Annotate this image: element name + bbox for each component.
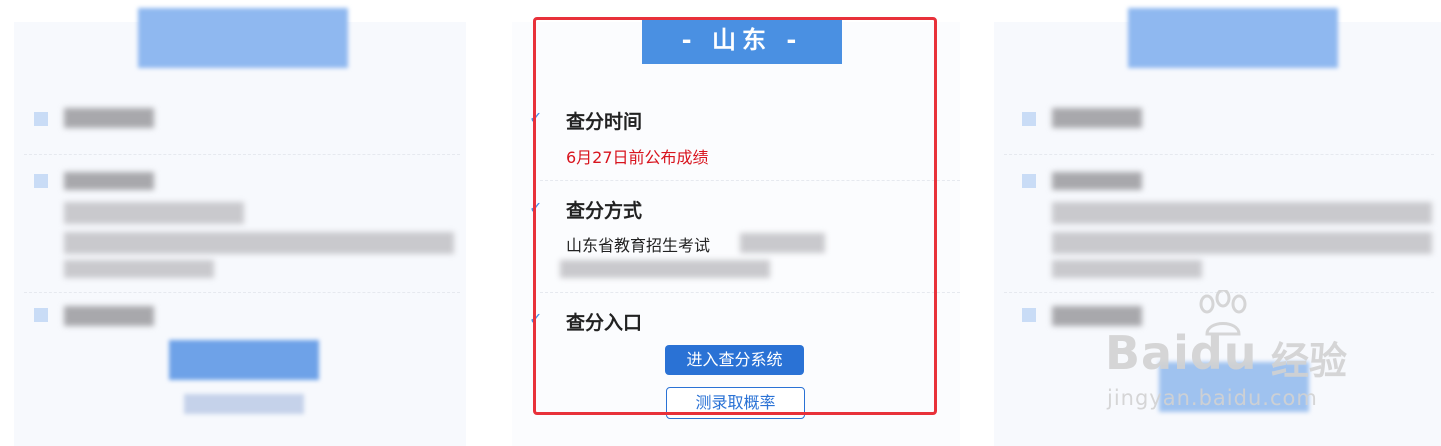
bullet-icon [1022, 112, 1036, 126]
divider [540, 292, 960, 293]
blurred-card-left [14, 8, 466, 446]
check-icon: ✓ [529, 198, 543, 217]
bullet-icon [34, 308, 48, 322]
watermark-url: jingyan.baidu.com [1107, 386, 1318, 410]
blurred-text [1052, 202, 1432, 224]
bullet-icon [1022, 308, 1036, 322]
bullet-icon [34, 174, 48, 188]
divider [1004, 154, 1434, 155]
baidu-jingyan-watermark: Baidu 经验 jingyan.baidu.com [1105, 290, 1370, 420]
blurred-text [64, 260, 214, 278]
score-method-text: 山东省教育招生考试 [566, 236, 711, 255]
blurred-heading [64, 172, 154, 190]
check-icon: ✓ [529, 108, 543, 127]
divider [24, 154, 460, 155]
watermark-brand-text: 经验 [1271, 339, 1348, 383]
blurred-text [64, 232, 454, 254]
enter-score-system-button[interactable]: 进入查分系统 [665, 345, 804, 375]
blurred-card-title [138, 8, 348, 68]
divider [540, 180, 960, 181]
blurred-heading [64, 306, 154, 326]
section-heading-entry: 查分入口 [566, 312, 643, 334]
divider [24, 292, 460, 293]
watermark-logo-text: Baidu [1105, 326, 1258, 380]
blurred-card-title [1128, 8, 1338, 68]
check-icon: ✓ [529, 309, 543, 328]
blurred-text [64, 202, 244, 224]
section-heading-method: 查分方式 [566, 200, 643, 222]
blurred-text [740, 233, 825, 253]
blurred-text [1052, 260, 1202, 278]
blurred-heading [1052, 108, 1142, 128]
blurred-text [1052, 232, 1432, 254]
blurred-button [169, 340, 319, 380]
province-title: - 山东 - [642, 17, 842, 64]
blurred-text [560, 260, 770, 278]
score-release-date: 6月27日前公布成绩 [566, 148, 709, 167]
bullet-icon [1022, 174, 1036, 188]
blurred-heading [1052, 172, 1142, 190]
section-heading-time: 查分时间 [566, 111, 643, 133]
blurred-button [184, 394, 304, 414]
bullet-icon [34, 112, 48, 126]
blurred-heading [64, 108, 154, 128]
admission-probability-button[interactable]: 测录取概率 [666, 387, 805, 419]
